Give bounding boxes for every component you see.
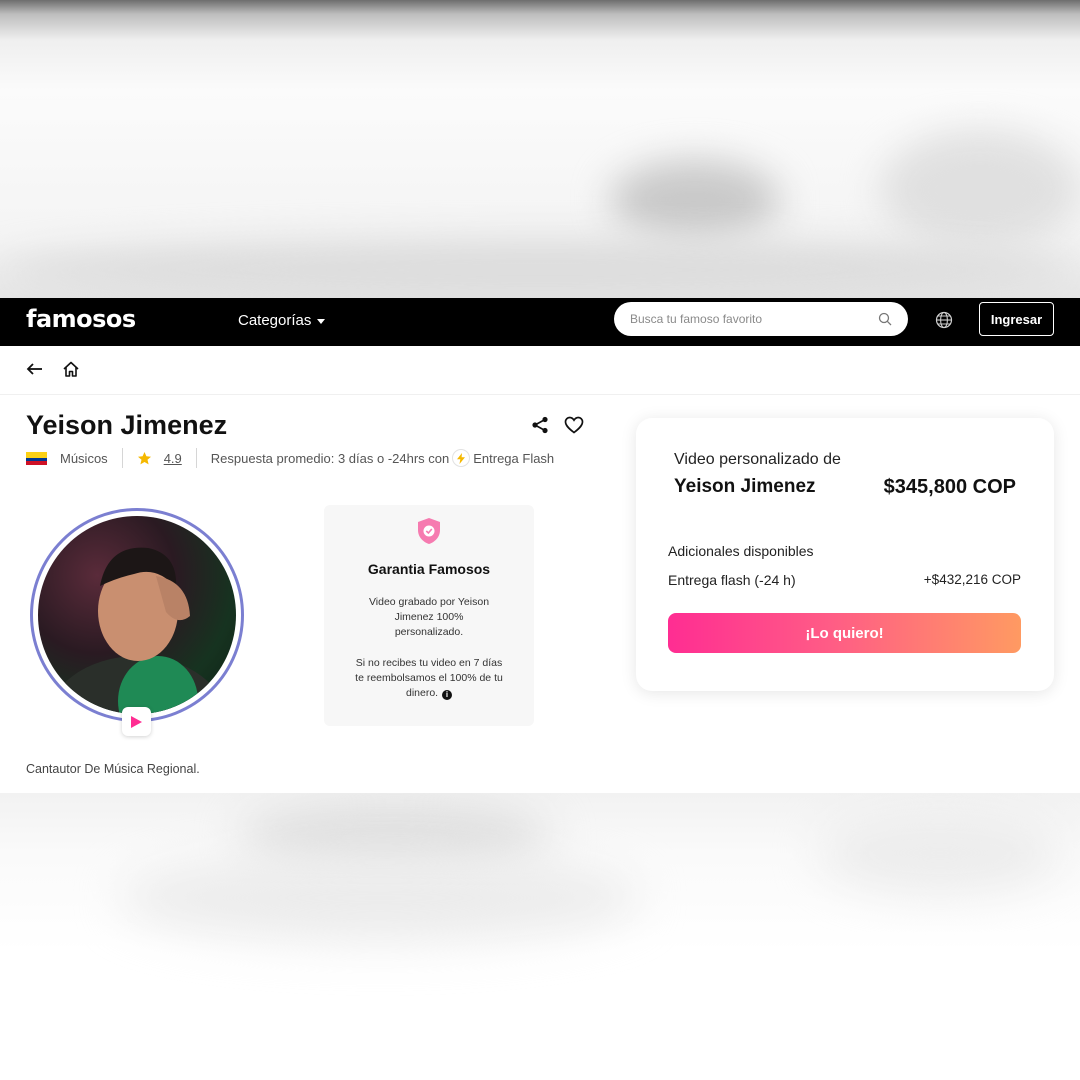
info-icon[interactable]: i [442,690,453,700]
guarantee-title: Garantia Famosos [367,561,491,577]
search-input[interactable] [630,312,878,326]
blurred-background-bottom [0,793,1080,1080]
profile-meta: Músicos 4.9 Respuesta promedio: 3 días o… [26,448,554,468]
guarantee-refund-text: Si no recibes tu video en 7 días te reem… [355,657,503,699]
rating-value[interactable]: 4.9 [164,451,182,466]
category-label[interactable]: Músicos [60,451,108,466]
star-icon [137,451,151,464]
card-celebrity-name: Yeison Jimenez [674,476,816,497]
search-icon[interactable] [878,312,892,326]
celebrity-name: Yeison Jimenez [26,410,228,440]
lo-quiero-button[interactable]: ¡Lo quiero! [668,613,1021,653]
guarantee-text-video: Video grabado por Yeison Jimenez 100% pe… [368,596,490,638]
card-label: Video personalizado de [674,451,841,468]
play-video-button[interactable] [122,707,151,736]
search-bar[interactable] [614,302,908,336]
login-button[interactable]: Ingresar [979,302,1054,336]
meta-separator [195,448,197,468]
breadcrumb [26,360,80,378]
divider [0,394,1080,395]
flash-delivery-label: Entrega Flash [473,450,555,466]
caret-down-icon [317,319,326,324]
home-icon[interactable] [62,360,80,378]
guarantee-box: Garantia Famosos Video grabado por Yeiso… [324,505,534,726]
categories-label: Categorías [238,312,312,329]
response-time-text: Respuesta promedio: 3 días o -24hrs con [210,450,450,466]
top-navbar: famosos Categorías Ingresar [0,298,1080,346]
flash-icon [452,449,471,467]
price-card: Video personalizado de Yeison Jimenez $3… [636,418,1054,691]
avatar[interactable] [30,508,244,722]
addon-price: +$432,216 COP [923,572,1021,587]
shield-check-icon [418,518,440,544]
back-arrow-icon[interactable] [26,362,44,376]
addon-name: Entrega flash (-24 h) [668,572,796,588]
famosos-logo[interactable]: famosos [26,305,136,333]
guarantee-text-refund: Si no recibes tu video en 7 días te reem… [354,656,504,701]
addon-flash-option[interactable]: Entrega flash (-24 h) +$432,216 COP [668,572,1021,588]
meta-separator [121,448,123,468]
globe-icon[interactable] [935,311,953,329]
colombia-flag-icon [26,451,47,465]
celebrity-photo [38,516,236,714]
play-icon [131,715,142,728]
profile-page: Yeison Jimenez Músicos 4.9 Respuesta pro… [0,346,1080,793]
categories-dropdown[interactable]: Categorías [238,312,326,329]
card-price: $345,800 COP [883,476,1016,498]
addons-title: Adicionales disponibles [668,543,814,559]
celebrity-bio: Cantautor De Música Regional. [26,762,200,776]
blurred-background-top [0,0,1080,298]
share-icon[interactable] [531,416,549,434]
heart-icon[interactable] [564,416,584,434]
